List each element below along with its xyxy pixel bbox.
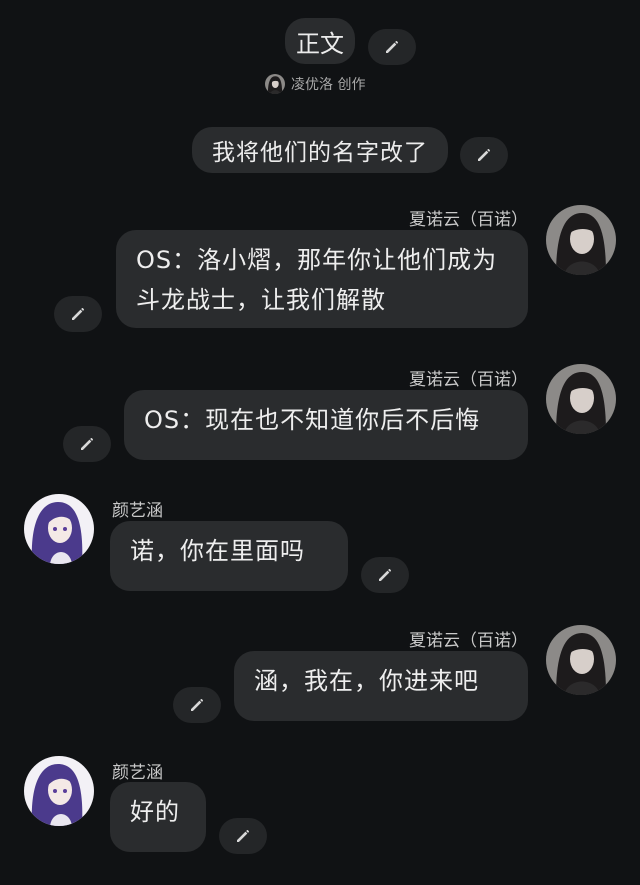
edit-message-button[interactable] <box>219 818 267 854</box>
message-text: 诺，你在里面吗 <box>130 537 305 565</box>
notice-text: 我将他们的名字改了 <box>212 140 428 166</box>
edit-notice-button[interactable] <box>460 137 508 173</box>
message-text: 好的 <box>130 798 180 826</box>
author-avatar[interactable] <box>265 74 285 94</box>
dark-hair-girl-avatar <box>546 205 616 275</box>
edit-message-button[interactable] <box>173 687 221 723</box>
avatar[interactable] <box>546 364 616 434</box>
avatar[interactable] <box>546 625 616 695</box>
notice-chip: 我将他们的名字改了 <box>192 127 448 173</box>
edit-title-button[interactable] <box>368 29 416 65</box>
message-text: 涵，我在，你进来吧 <box>254 667 479 695</box>
sender-name: 夏诺云（百诺） <box>409 210 528 230</box>
message-text: OS：洛小熠，那年你让他们成为斗龙战士，让我们解散 <box>136 246 498 314</box>
author-credit-row: 凌优洛 创作 <box>265 73 365 95</box>
purple-hair-girl-avatar <box>24 494 94 564</box>
message-bubble: 涵，我在，你进来吧 <box>234 651 528 721</box>
section-title: 正文 <box>296 29 344 58</box>
avatar[interactable] <box>24 756 94 826</box>
sender-name: 颜艺涵 <box>112 763 163 783</box>
pencil-icon <box>234 827 252 845</box>
message-bubble: 诺，你在里面吗 <box>110 521 348 591</box>
pencil-icon <box>69 305 87 323</box>
pencil-icon <box>188 696 206 714</box>
edit-message-button[interactable] <box>63 426 111 462</box>
avatar[interactable] <box>546 205 616 275</box>
sender-name: 夏诺云（百诺） <box>409 370 528 390</box>
pencil-icon <box>78 435 96 453</box>
edit-message-button[interactable] <box>361 557 409 593</box>
section-title-chip: 正文 <box>285 18 355 64</box>
dark-hair-girl-avatar <box>546 364 616 434</box>
sender-name: 夏诺云（百诺） <box>409 631 528 651</box>
message-bubble: OS：洛小熠，那年你让他们成为斗龙战士，让我们解散 <box>116 230 528 328</box>
message-bubble: OS：现在也不知道你后不后悔 <box>124 390 528 460</box>
purple-hair-girl-avatar <box>24 756 94 826</box>
dark-hair-girl-avatar <box>546 625 616 695</box>
edit-message-button[interactable] <box>54 296 102 332</box>
sender-name: 颜艺涵 <box>112 501 163 521</box>
author-credit: 凌优洛 创作 <box>291 77 366 93</box>
pencil-icon <box>383 38 401 56</box>
message-text: OS：现在也不知道你后不后悔 <box>144 406 481 434</box>
pencil-icon <box>376 566 394 584</box>
avatar[interactable] <box>24 494 94 564</box>
message-bubble: 好的 <box>110 782 206 852</box>
pencil-icon <box>475 146 493 164</box>
